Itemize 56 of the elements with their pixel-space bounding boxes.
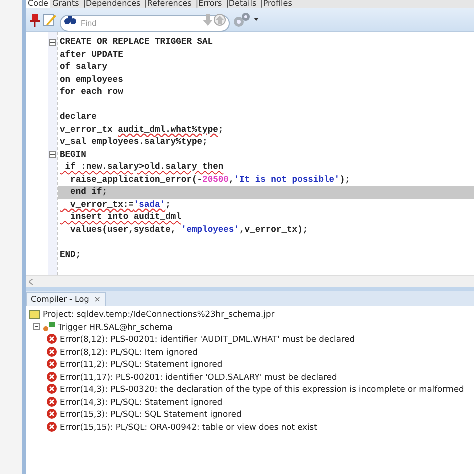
error-icon	[47, 384, 57, 394]
error-message[interactable]: Error(14,3): PLS-00320: the declaration of the type of this expression is incomplete or malformed	[60, 384, 464, 394]
code-line: after UPDATE	[59, 48, 124, 61]
code-line: CREATE OR REPLACE TRIGGER SAL	[59, 36, 214, 48]
code-line: END;	[59, 248, 82, 261]
tab[interactable]: Grants	[50, 0, 82, 8]
error-icon	[47, 346, 57, 357]
error-message[interactable]: Error(11,2): PL/SQL: Statement ignored	[60, 359, 223, 370]
trigger-icon	[43, 322, 55, 332]
tab[interactable]: |Dependences	[81, 0, 143, 8]
code-line: of salary	[59, 61, 109, 74]
code-line: raise_application_error(-20500,'It is not possible');	[70, 174, 352, 186]
fold-toggle-icon[interactable]	[49, 151, 56, 158]
tab[interactable]: |Errors	[194, 0, 224, 8]
caret-icon[interactable]	[254, 18, 259, 21]
code-line: insert into audit_dml	[70, 211, 182, 224]
tab[interactable]: |References	[142, 0, 194, 8]
folder-icon	[29, 310, 40, 319]
code-line: v_error_tx:='sada';	[70, 198, 172, 211]
arrow-down-icon[interactable]	[203, 14, 213, 26]
arrow-up-icon[interactable]	[214, 14, 226, 26]
code-line: for each row	[59, 86, 124, 98]
error-message[interactable]: Error(8,12): PL/SQL: Item ignored	[60, 346, 198, 357]
binoculars-icon	[64, 14, 78, 24]
compiler-log-tab[interactable]: Compiler - Log ×	[26, 292, 106, 306]
close-button[interactable]: ×	[94, 295, 101, 304]
code-line: values(user,sysdate, 'employees',v_error_tx);	[70, 224, 310, 236]
code-line: BEGIN	[59, 148, 88, 161]
error-message[interactable]: Error(14,3): PL/SQL: Statement ignored	[60, 396, 223, 407]
trigger-label[interactable]: Trigger HR.SAL@hr_schema	[58, 322, 173, 332]
tab-label: Compiler - Log	[31, 295, 90, 304]
code-line: v_sal employees.salary%type;	[59, 136, 209, 148]
error-message[interactable]: Error(8,12): PLS-00201: identifier 'AUDIT_DML.WHAT' must be declared	[60, 334, 356, 344]
collapse-icon[interactable]	[33, 323, 40, 330]
error-icon	[47, 422, 57, 432]
code-line: on employees	[59, 74, 124, 86]
error-message[interactable]: Error(15,3): PL/SQL: SQL Statement ignored	[60, 409, 242, 420]
error-icon	[47, 359, 57, 370]
error-icon	[47, 396, 57, 407]
error-icon	[47, 334, 57, 344]
error-icon	[47, 409, 57, 420]
horizontal-scrollbar[interactable]	[26, 275, 474, 287]
scroll-left-icon[interactable]	[29, 278, 33, 284]
code-line: if :new.salary>old.salary then	[64, 161, 225, 174]
tab[interactable]: |Details	[224, 0, 259, 8]
code-line: declare	[59, 111, 98, 124]
error-message[interactable]: Error(11,17): PLS-00201: identifier 'OLD.SALARY' must be declared	[60, 372, 338, 382]
fold-toggle-icon[interactable]	[49, 38, 56, 46]
tab[interactable]: Code	[26, 0, 50, 8]
pin-icon[interactable]	[30, 12, 40, 26]
project-label: Project: sqldev.temp:/IdeConnections%23hr_schema.jpr	[43, 309, 275, 320]
error-icon	[47, 372, 57, 382]
search-field[interactable]: Find	[60, 15, 230, 32]
error-message[interactable]: Error(15,15): PL/SQL: ORA-00942: table or view does not exist	[60, 422, 318, 432]
code-line: v_error_tx audit_dml.what%type;	[59, 124, 225, 136]
tab[interactable]: |Profiles	[258, 0, 294, 8]
